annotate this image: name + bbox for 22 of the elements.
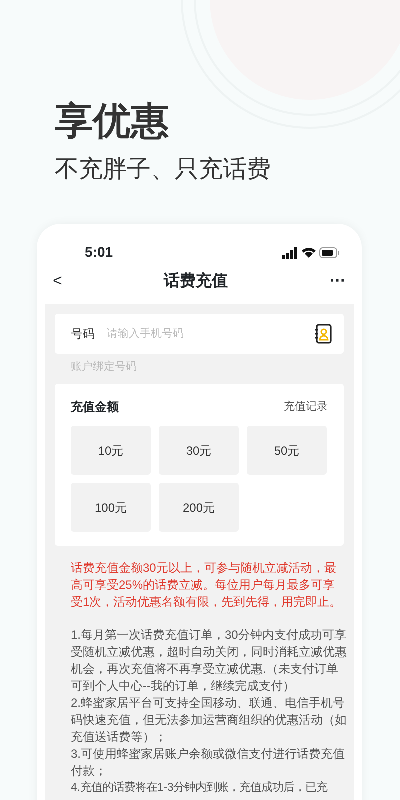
contacts-icon[interactable] bbox=[314, 324, 332, 344]
more-button[interactable]: ··· bbox=[330, 270, 346, 294]
note-item: 1.每月第一次话费充值订单，30分钟内支付成功可享受随机立减优惠，超时自动关闭，同时消耗立减优惠机会，再次充值将不再享受立减优惠.（未支付订单可到个人中心--我的订单，继续完成支付） bbox=[71, 627, 347, 696]
amount-option[interactable]: 50元 bbox=[247, 426, 327, 476]
note-item: 4.充值的话费将在1-3分钟内到账，充值成功后，已充 bbox=[71, 780, 329, 796]
phone-number-field[interactable]: 号码 请输入手机号码 bbox=[55, 314, 344, 354]
field-label: 号码 bbox=[71, 326, 95, 343]
amount-option[interactable]: 30元 bbox=[159, 426, 239, 476]
status-time: 5:01 bbox=[85, 243, 114, 262]
headline: 享优惠 bbox=[55, 102, 170, 144]
note-item: 2.蜂蜜家居平台可支持全国移动、联通、电信手机号码快速充值，但无法参加运营商组织的优惠活动（如充值送话费等）； bbox=[71, 695, 347, 746]
amount-option[interactable]: 100元 bbox=[71, 483, 151, 532]
section-title: 充值金额 bbox=[71, 399, 119, 416]
subheadline: 不充胖子、只充话费 bbox=[55, 154, 272, 185]
page-title: 话费充值 bbox=[164, 271, 228, 292]
promo-text: 话费充值金额30元以上，可参与随机立减活动，最高可享受25%的话费立减。每位用户每月最多可享受1次，活动优惠名额有限，先到先得，用完即止。 bbox=[71, 560, 343, 612]
amount-option[interactable]: 200元 bbox=[159, 483, 239, 532]
amount-option[interactable]: 10元 bbox=[71, 426, 151, 476]
status-icons-drawing bbox=[282, 246, 340, 259]
back-button[interactable]: < bbox=[53, 270, 62, 294]
recharge-history-link[interactable]: 充值记录 bbox=[284, 399, 328, 416]
note-item: 3.可使用蜂蜜家居账户余额或微信支付进行话费充值付款； bbox=[71, 746, 346, 780]
